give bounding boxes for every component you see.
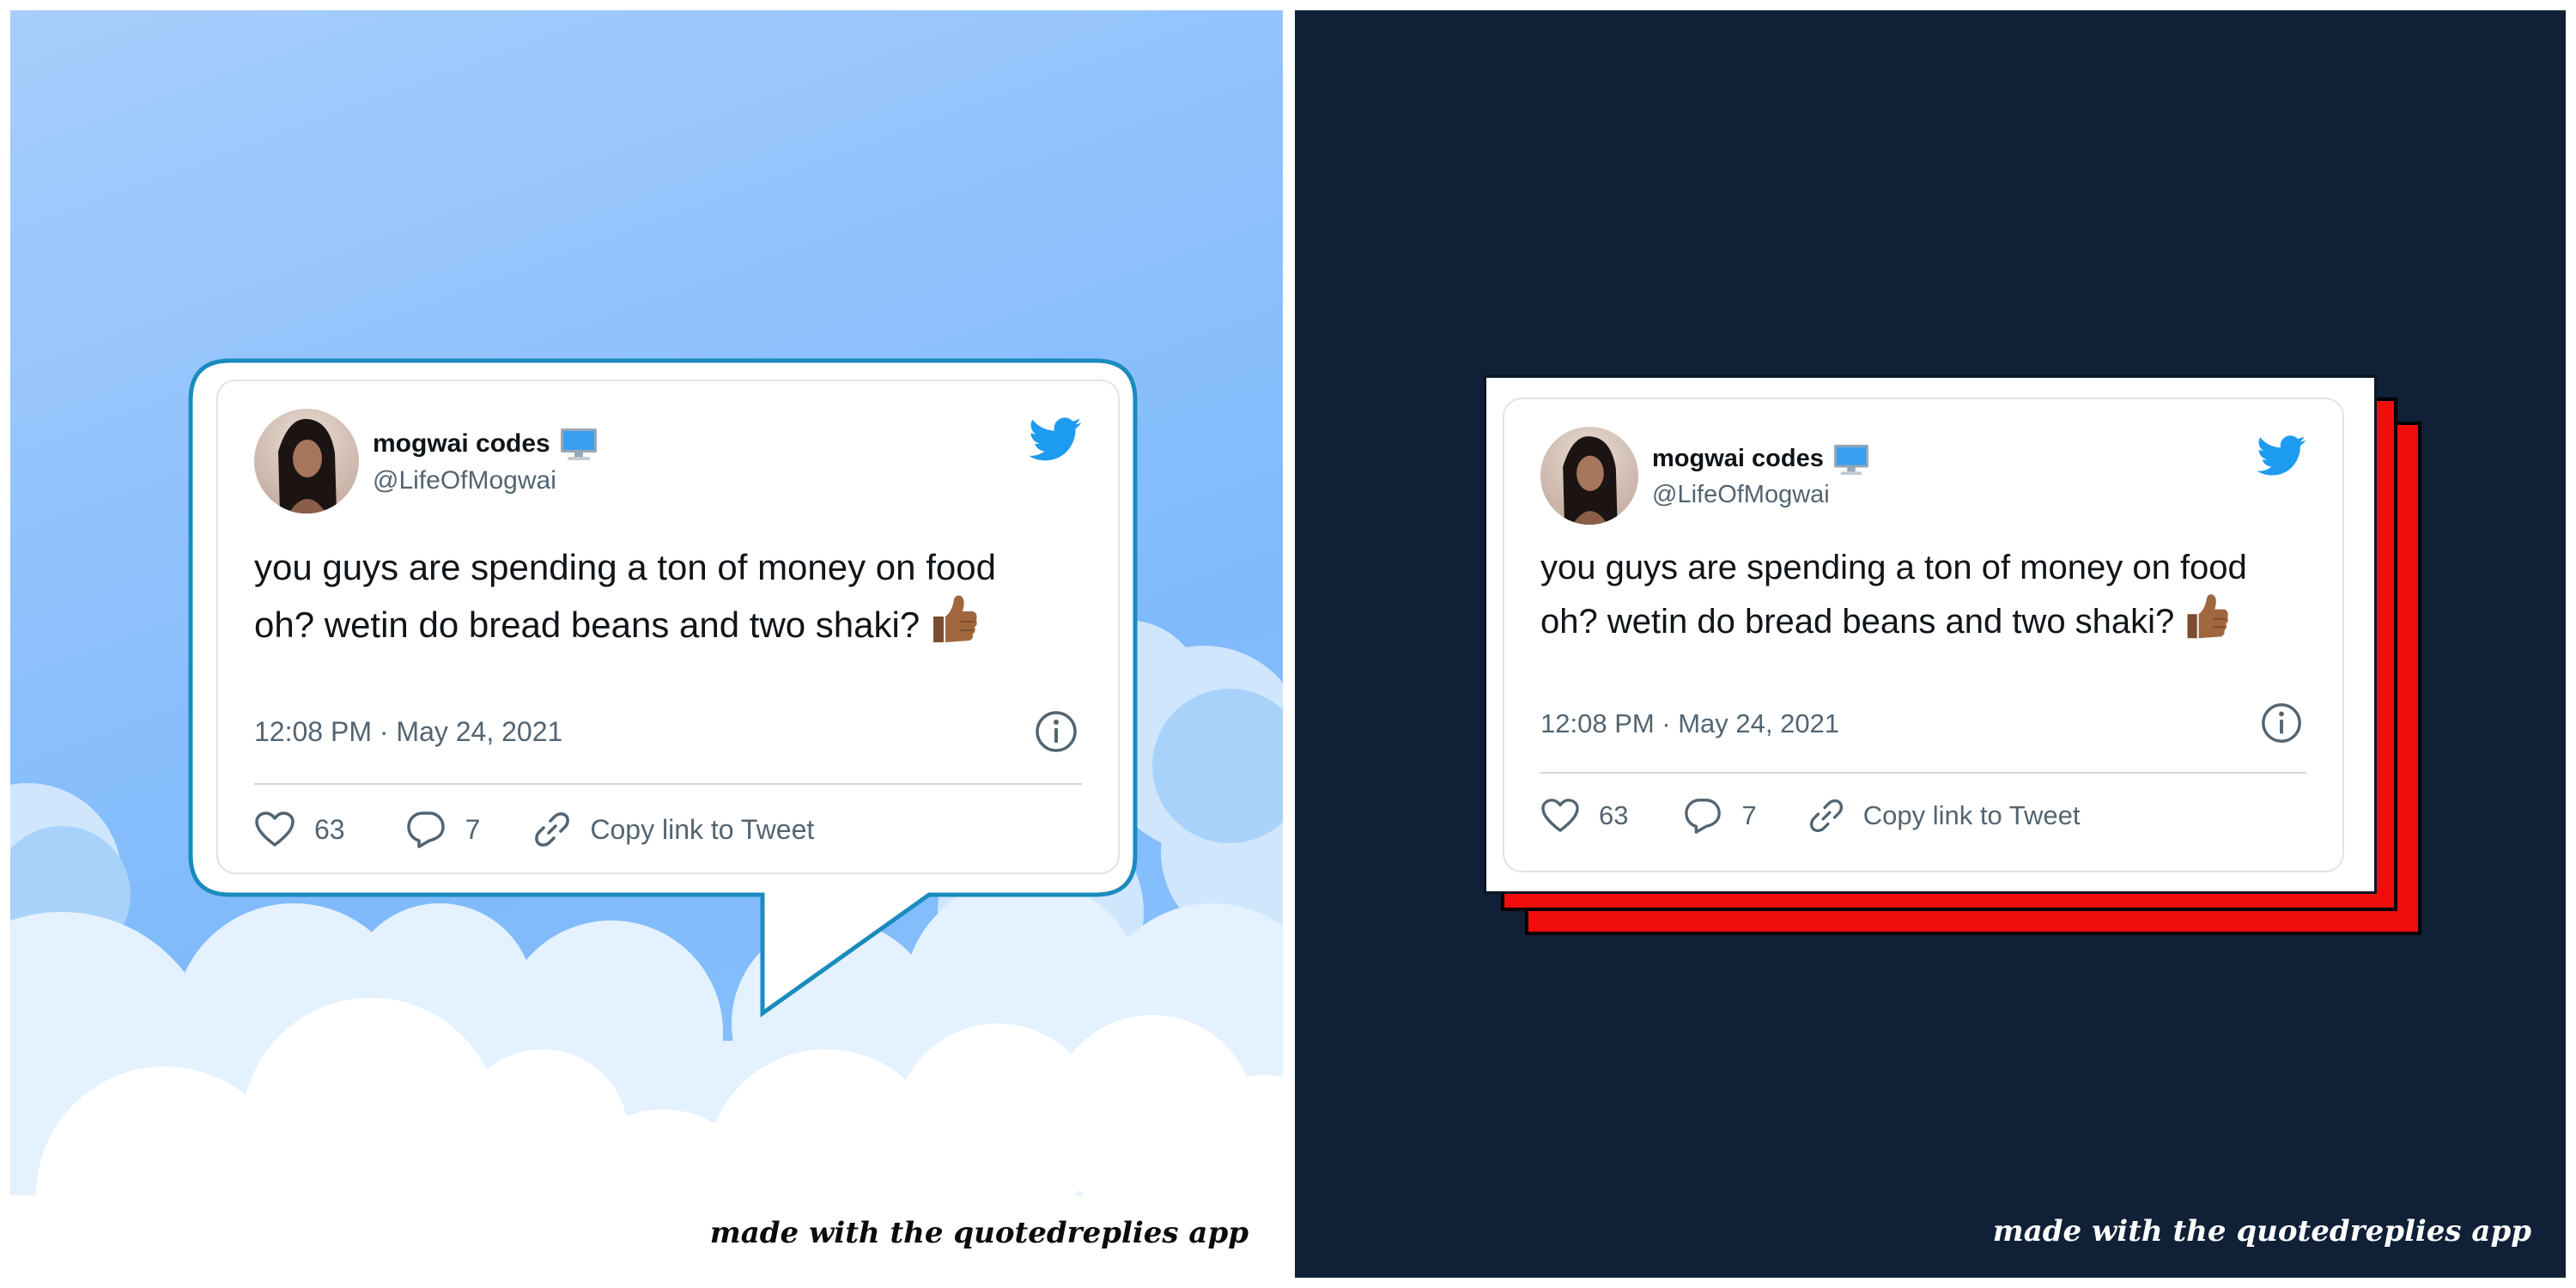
like-button[interactable]: 63 (254, 811, 345, 848)
copy-link-button[interactable]: Copy link to Tweet (1807, 796, 2081, 835)
user-info: mogwai codes @LifeOfMogwai (1652, 443, 1870, 509)
tweet-header: mogwai codes @LifeOfMogwai (1540, 427, 1870, 525)
user-handle[interactable]: @LifeOfMogwai (1652, 481, 1870, 509)
tweet-text: you guys are spending a ton of money on … (254, 547, 996, 645)
tweet-actions: 63 7 Copy link to Tweet (254, 809, 814, 850)
tweet-card: mogwai codes @LifeOfMogwai you guys are … (1503, 398, 2344, 872)
watermark: made with the quotedreplies app (709, 1216, 1249, 1250)
tweet-header: mogwai codes @LifeOfMogwai (254, 409, 598, 513)
reply-bubble-icon (1685, 799, 1722, 834)
reply-count: 7 (1741, 800, 1757, 830)
user-handle[interactable]: @LifeOfMogwai (373, 466, 598, 495)
avatar[interactable] (254, 409, 359, 513)
sky-panel: mogwai codes @LifeOfMogwai you guys are … (10, 10, 1283, 1278)
name-row: mogwai codes (1652, 443, 1870, 476)
reply-bubble-icon (406, 811, 445, 848)
tweet-actions: 63 7 Copy link to Tweet (1540, 796, 2080, 835)
divider (254, 783, 1082, 785)
tweet-timestamp[interactable]: 12:08 PM · May 24, 2021 (254, 716, 562, 748)
display-name[interactable]: mogwai codes (1652, 445, 1824, 473)
avatar[interactable] (1540, 427, 1638, 525)
user-info: mogwai codes @LifeOfMogwai (373, 427, 598, 495)
thumbs-up-icon (2187, 594, 2229, 639)
like-button[interactable]: 63 (1540, 798, 1628, 834)
copy-link-button[interactable]: Copy link to Tweet (532, 809, 814, 850)
name-row: mogwai codes (373, 427, 598, 461)
twitter-bird-icon[interactable] (2257, 435, 2306, 477)
reply-button[interactable]: 7 (405, 810, 481, 849)
computer-monitor-icon (1833, 444, 1868, 475)
link-icon (535, 812, 570, 847)
display-name[interactable]: mogwai codes (373, 429, 550, 459)
link-icon (1809, 799, 1843, 833)
copy-link-label: Copy link to Tweet (590, 813, 815, 845)
heart-icon (1541, 799, 1579, 832)
thumbs-up-icon (933, 595, 977, 642)
like-count: 63 (314, 813, 345, 845)
heart-icon (255, 811, 295, 847)
twitter-bird-icon[interactable] (1029, 417, 1082, 462)
like-count: 63 (1599, 800, 1629, 830)
divider (1540, 772, 2306, 774)
copy-link-label: Copy link to Tweet (1862, 800, 2081, 830)
tweet-card: mogwai codes @LifeOfMogwai you guys are … (216, 380, 1120, 874)
reply-count: 7 (465, 813, 481, 845)
tweet-timestamp[interactable]: 12:08 PM · May 24, 2021 (1540, 708, 1839, 739)
tweet-text: you guys are spending a ton of money on … (1540, 549, 2247, 641)
reply-button[interactable]: 7 (1683, 797, 1757, 835)
watermark: made with the quotedreplies app (1992, 1214, 2531, 1249)
info-icon[interactable] (2260, 702, 2303, 744)
info-icon[interactable] (1034, 709, 1078, 754)
collage: mogwai codes @LifeOfMogwai you guys are … (0, 0, 2576, 1288)
dark-panel: mogwai codes @LifeOfMogwai you guys are … (1295, 10, 2566, 1278)
computer-monitor-icon (560, 428, 597, 460)
